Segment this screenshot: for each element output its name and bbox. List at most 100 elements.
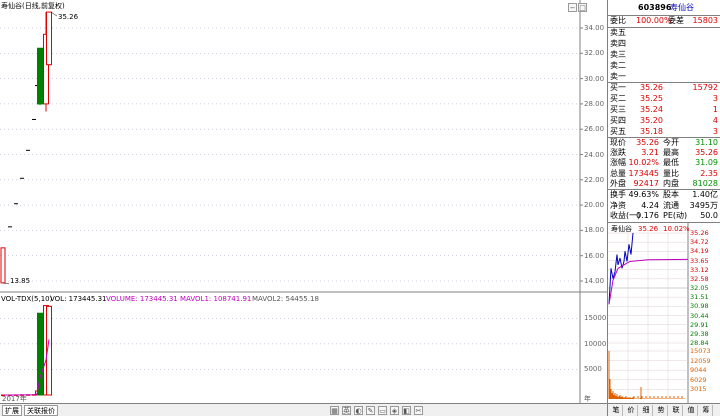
quote-label: 涨跌 [610,148,626,158]
minus-icon[interactable]: − [568,3,577,12]
price-axis-label: 20.00 [584,201,605,210]
quote-row: 涨幅 10.02% 最低 31.09 [608,158,720,168]
mini-price-label: 30.98 [690,302,709,311]
price-axis-label: 34.00 [584,24,605,32]
mini-chart-name: 寿仙谷 [611,225,632,233]
buy-order-row: 买一 35.26 15792 [608,83,720,93]
mini-price-label: 35.26 [690,229,709,237]
quote-value: 2.35 [700,168,718,178]
mini-chart-pct: 10.02% [663,225,690,233]
kline-chart-area[interactable]: 寿仙谷(日线,前复权) 35.26 13.85 34.00 32.00 30.00 2… [0,0,607,416]
buy-level-volume: 15792 [692,83,718,92]
buy-level-volume: 3 [712,127,718,136]
sell-level-label: 卖一 [610,72,626,81]
quote-row: 现价 35.26 今开 31.10 [608,138,720,148]
sell-level-label: 卖四 [610,39,626,48]
toolbar-icon[interactable]: ✂ [414,406,423,415]
buy-order-row: 买四 35.20 4 [608,116,720,126]
toolbar-icon[interactable]: ✎ [366,406,375,415]
mini-price-label: 30.44 [690,311,709,320]
toolbar-icon[interactable]: ◧ [402,406,411,415]
quote-value: 31.10 [695,138,718,147]
candle-down [37,47,43,105]
toolbar-icon[interactable]: ◐ [354,406,363,415]
weibi-row: 委比 100.00% 委差 15803 [608,16,720,26]
quote-label: 流通 [663,200,679,210]
mini-price-label: 31.51 [690,293,709,302]
quote-value: 3.21 [641,148,659,158]
mini-volume-label: 9044 [690,366,707,375]
toolbar-icon[interactable]: ▭ [378,406,387,415]
bottom-toolbar: 扩展 关联报价 ▦ 英 ◐ ✎ ▭ ◈ ◧ ✂ [0,403,607,416]
buy-level-label: 买三 [610,105,626,114]
quote-value: 92417 [633,178,659,188]
price-axis-label: 32.00 [584,49,605,58]
toolbar-icon[interactable]: ▦ [330,406,339,415]
chart-title: 寿仙谷(日线,前复权) [1,2,65,10]
price-axis-label: 24.00 [584,150,605,159]
sell-level-label: 卖五 [610,28,626,37]
sell-order-row: 卖二 [608,61,720,71]
sell-order-row: 卖四 [608,39,720,49]
sell-order-row: 卖三 [608,50,720,60]
buy-level-label: 买五 [610,127,626,136]
right-tab[interactable]: 价 [625,405,638,416]
weicha-value: 15803 [692,16,718,25]
mini-price-label: 32.05 [690,284,709,292]
mini-price-label: 32.58 [690,274,709,283]
volume-axis-label: 5000 [584,365,602,374]
right-tab[interactable]: 细 [640,405,653,416]
right-tab[interactable]: 值 [685,405,698,416]
sell-level-label: 卖三 [610,50,626,59]
candle-up [0,247,6,284]
volume-bar [37,312,43,396]
volume-mavol1-value: MAVOL1: 108741.91 [180,295,252,303]
stock-code: 603896 [638,3,672,12]
weibi-label: 委比 [610,16,626,25]
quote-value: 0.176 [636,211,659,220]
price-axis-label: 26.00 [584,125,605,134]
buy-level-price: 35.20 [640,116,663,125]
quote-value: 1.40亿 [692,190,718,199]
quote-label: 换手 [610,190,626,199]
quote-label: 总量 [610,168,626,178]
right-tab[interactable]: 笔 [610,405,623,416]
volume-axis-label: 15000 [584,314,607,323]
right-tab[interactable]: 筹 [700,405,713,416]
quote-label: 外盘 [610,178,626,188]
window-icon[interactable]: □ [578,3,587,12]
price-axis-label: 30.00 [584,74,605,83]
quote-label: 现价 [610,138,626,147]
sell-order-row: 卖五 [608,28,720,38]
tab-related-quote[interactable]: 关联报价 [24,405,58,416]
quote-value: 35.26 [636,138,659,147]
quote-value: 10.02% [628,158,659,168]
buy-order-row: 买三 35.24 1 [608,105,720,115]
mini-volume-label: 12059 [690,356,711,365]
volume-volume-value: VOLUME: 173445.31 [106,295,178,303]
price-axis-label: 18.00 [584,226,605,235]
quote-row: 换手 49.63% 股本 1.40亿 [608,190,720,200]
intraday-average-line [608,258,689,305]
right-tab[interactable]: 联 [670,405,683,416]
mini-price-label: 34.72 [690,238,709,247]
quote-label: 最低 [663,158,679,168]
mini-price-label: 34.19 [690,247,709,256]
quote-label: 最高 [663,148,679,158]
quote-row: 净资 4.24 流通 3495万 [608,201,720,211]
toolbar-icon[interactable]: 英 [342,406,351,415]
intraday-price-line [608,232,634,305]
kline-svg[interactable] [0,0,607,403]
stock-header: 603896 寿仙谷 [608,3,720,13]
right-tab[interactable]: 势 [655,405,668,416]
buy-order-row: 买二 35.25 3 [608,94,720,104]
price-axis-label: 16.00 [584,251,605,260]
buy-level-price: 35.25 [640,94,663,103]
buy-level-price: 35.24 [640,105,663,114]
sell-level-label: 卖二 [610,61,626,70]
volume-indicator-name[interactable]: VOL-TDX(5,10) [1,295,52,304]
tab-extend[interactable]: 扩展 [2,405,22,416]
quote-row: 外盘 92417 内盘 81028 [608,179,720,189]
toolbar-icon[interactable]: ◈ [390,406,399,415]
quote-value: 50.0 [700,211,718,220]
